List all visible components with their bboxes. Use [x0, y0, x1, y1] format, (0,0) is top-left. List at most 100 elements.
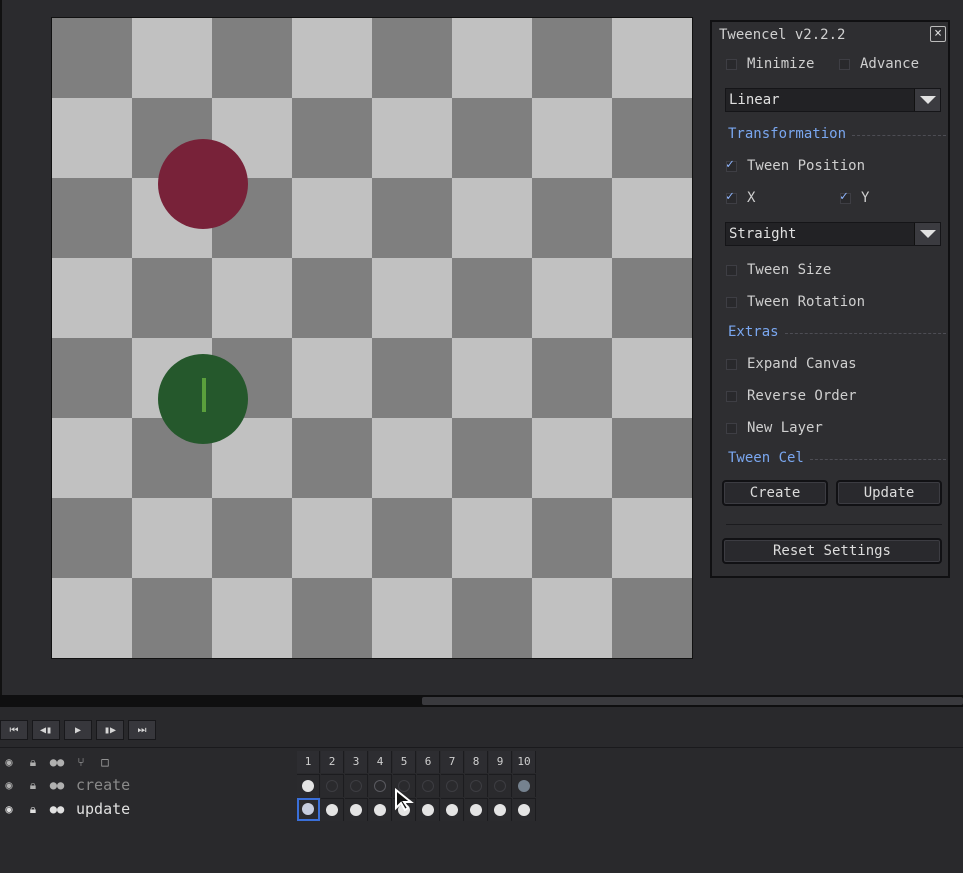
eye-icon[interactable]: ◉	[0, 774, 18, 796]
panel-title: Tweencel v2.2.2	[719, 27, 846, 43]
expand-canvas-checkbox-box[interactable]	[726, 358, 737, 370]
new-layer-checkbox[interactable]: New Layer	[726, 418, 823, 438]
link-icon[interactable]: ●●	[48, 751, 66, 773]
minimize-checkbox[interactable]: Minimize	[726, 54, 814, 74]
tween-rotation-label: Tween Rotation	[747, 294, 866, 310]
link-icon[interactable]: ●●	[48, 798, 66, 820]
frame-number[interactable]: 8	[465, 751, 488, 773]
new-layer-checkbox-box[interactable]	[726, 422, 737, 434]
last-frame-button[interactable]: ⏭	[128, 720, 156, 740]
cel-create-4[interactable]	[369, 774, 392, 797]
horizontal-scrollbar[interactable]	[0, 695, 963, 707]
tree-icon[interactable]: ⑂	[72, 751, 90, 773]
x-checkbox[interactable]: X	[726, 188, 755, 208]
link-icon[interactable]: ●●	[48, 774, 66, 796]
cel-create-8[interactable]	[465, 774, 488, 797]
cel-dot	[446, 804, 458, 816]
cel-dot	[470, 780, 482, 792]
expand-canvas-label: Expand Canvas	[747, 356, 857, 372]
extras-heading: Extras	[728, 324, 779, 340]
cel-create-6[interactable]	[417, 774, 440, 797]
cel-update-3[interactable]	[345, 798, 368, 821]
cel-update-4[interactable]	[369, 798, 392, 821]
cel-dot	[374, 804, 386, 816]
cel-create-10[interactable]	[513, 774, 536, 797]
cel-update-8[interactable]	[465, 798, 488, 821]
create-button[interactable]: Create	[722, 480, 828, 506]
eye-icon[interactable]: ◉	[0, 798, 18, 820]
first-frame-button[interactable]: ⏮	[0, 720, 28, 740]
tween-rotation-checkbox-box[interactable]	[726, 296, 737, 308]
cel-create-3[interactable]	[345, 774, 368, 797]
cel-create-2[interactable]	[321, 774, 344, 797]
cel-dot	[518, 780, 530, 792]
cel-create-1[interactable]	[297, 774, 320, 797]
tween-position-checkbox[interactable]: Tween Position	[726, 156, 865, 176]
easing-dropdown[interactable]: Linear	[725, 88, 941, 112]
tween-cel-section: Tween Cel	[728, 448, 946, 468]
lock-icon[interactable]: 🔒︎	[24, 751, 42, 773]
cel-dot	[302, 803, 314, 815]
reset-settings-button[interactable]: Reset Settings	[722, 538, 942, 564]
frame-number[interactable]: 10	[513, 751, 536, 773]
frame-number[interactable]: 3	[345, 751, 368, 773]
cel-update-10[interactable]	[513, 798, 536, 821]
cel-create-7[interactable]	[441, 774, 464, 797]
y-checkbox[interactable]: Y	[840, 188, 869, 208]
update-button[interactable]: Update	[836, 480, 942, 506]
cel-update-7[interactable]	[441, 798, 464, 821]
next-frame-button[interactable]: ▮▶	[96, 720, 124, 740]
playback-controls: ⏮ ◀▮ ▶ ▮▶ ⏭	[0, 720, 160, 740]
cel-dot	[470, 804, 482, 816]
path-dropdown[interactable]: Straight	[725, 222, 941, 246]
lock-icon[interactable]: 🔒︎	[24, 798, 42, 820]
timeline-divider	[0, 747, 963, 748]
y-checkbox-box[interactable]	[840, 189, 851, 204]
layer-row-update[interactable]: ◉ 🔒︎ ●● update	[0, 798, 296, 820]
layer-row-create[interactable]: ◉ 🔒︎ ●● create	[0, 774, 296, 796]
reverse-order-checkbox-box[interactable]	[726, 390, 737, 402]
cel-dot	[374, 780, 386, 792]
reverse-order-checkbox[interactable]: Reverse Order	[726, 386, 857, 406]
cel-dot	[494, 804, 506, 816]
frame-number[interactable]: 7	[441, 751, 464, 773]
tween-size-checkbox-box[interactable]	[726, 264, 737, 276]
expand-canvas-checkbox[interactable]: Expand Canvas	[726, 354, 857, 374]
cel-update-6[interactable]	[417, 798, 440, 821]
advance-checkbox-box[interactable]	[839, 58, 850, 70]
minimize-checkbox-box[interactable]	[726, 58, 737, 70]
play-button[interactable]: ▶	[64, 720, 92, 740]
x-checkbox-box[interactable]	[726, 189, 737, 204]
eye-icon[interactable]: ◉	[0, 751, 18, 773]
frame-number[interactable]: 6	[417, 751, 440, 773]
drawing-canvas[interactable]	[51, 17, 693, 659]
tween-size-checkbox[interactable]: Tween Size	[726, 260, 831, 280]
chevron-down-icon[interactable]	[914, 223, 940, 245]
frame-number[interactable]: 2	[321, 751, 344, 773]
scrollbar-thumb[interactable]	[422, 697, 963, 705]
green-circle-mark	[202, 378, 206, 412]
cel-update-9[interactable]	[489, 798, 512, 821]
cel-update-2[interactable]	[321, 798, 344, 821]
cel-dot	[446, 780, 458, 792]
close-button[interactable]: ×	[930, 26, 946, 42]
frame-number[interactable]: 1	[297, 751, 320, 773]
panel-titlebar[interactable]: Tweencel v2.2.2 ×	[712, 22, 948, 48]
cel-create-9[interactable]	[489, 774, 512, 797]
cel-dot	[422, 780, 434, 792]
section-divider	[809, 458, 946, 460]
cel-update-1[interactable]	[297, 798, 320, 821]
frame-icon[interactable]: □	[96, 751, 114, 773]
tween-position-checkbox-box[interactable]	[726, 157, 737, 172]
previous-frame-button[interactable]: ◀▮	[32, 720, 60, 740]
y-label: Y	[861, 190, 870, 206]
frame-number[interactable]: 4	[369, 751, 392, 773]
frame-number[interactable]: 9	[489, 751, 512, 773]
advance-checkbox[interactable]: Advance	[839, 54, 919, 74]
tween-position-label: Tween Position	[747, 158, 866, 174]
tween-size-label: Tween Size	[747, 262, 832, 278]
frame-number[interactable]: 5	[393, 751, 416, 773]
chevron-down-icon[interactable]	[914, 89, 940, 111]
lock-icon[interactable]: 🔒︎	[24, 774, 42, 796]
tween-rotation-checkbox[interactable]: Tween Rotation	[726, 292, 865, 312]
